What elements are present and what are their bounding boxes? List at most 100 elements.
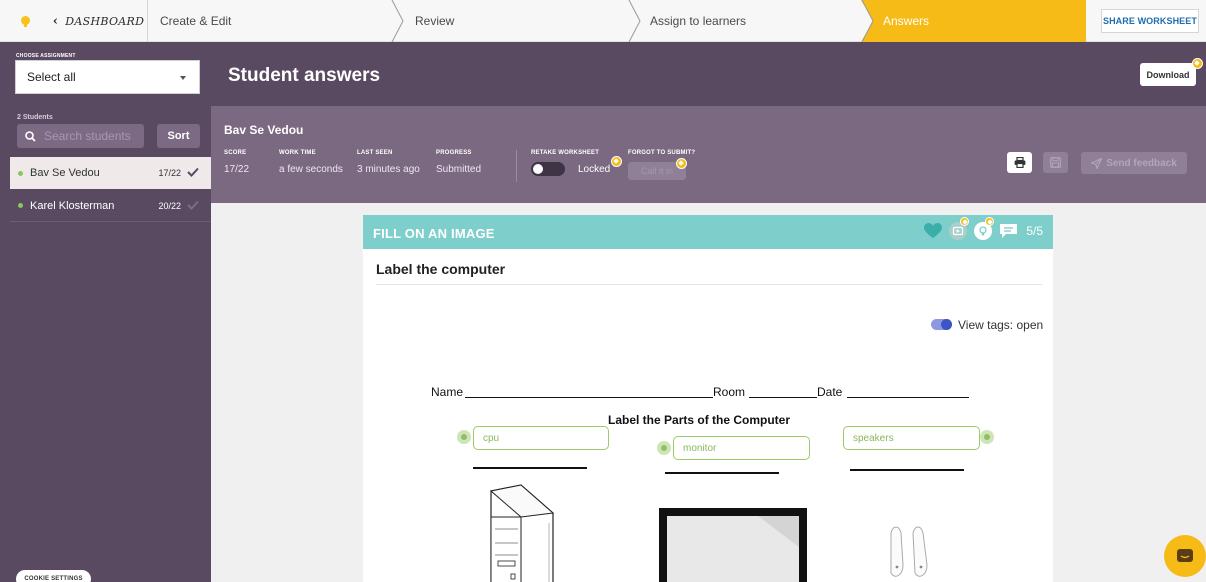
students-count: 2 Students bbox=[17, 114, 53, 121]
step-create-edit[interactable]: Create & Edit bbox=[148, 0, 391, 42]
stat-value: 17/22 bbox=[224, 164, 250, 175]
stat-value: 3 minutes ago bbox=[357, 164, 420, 175]
chevron-left-icon: ‹ bbox=[52, 13, 59, 29]
save-button[interactable] bbox=[1043, 152, 1068, 173]
page-title: Student answers bbox=[228, 65, 381, 86]
download-button[interactable]: Download bbox=[1140, 63, 1196, 86]
online-dot bbox=[18, 170, 23, 176]
tag-cpu[interactable]: cpu bbox=[473, 426, 609, 450]
question-tools: 5/5 bbox=[917, 217, 1043, 240]
divider bbox=[516, 150, 517, 182]
search-input[interactable] bbox=[44, 129, 140, 143]
chat-icon bbox=[1177, 549, 1193, 562]
step-assign-learners[interactable]: Assign to learners bbox=[628, 0, 861, 42]
tag-marker[interactable] bbox=[657, 441, 671, 455]
student-info: Bav Se Vedou SCORE 17/22 WORK TIME a few… bbox=[211, 106, 1206, 203]
view-tags-toggle[interactable] bbox=[931, 319, 952, 330]
choose-assignment-label: CHOOSE ASSIGNMENT bbox=[16, 53, 76, 59]
send-feedback-button[interactable]: Send feedback bbox=[1081, 152, 1187, 174]
step-label: Assign to learners bbox=[650, 14, 747, 28]
step-label: Create & Edit bbox=[160, 14, 232, 28]
printer-icon bbox=[1014, 157, 1025, 168]
monitor-illustration bbox=[659, 508, 807, 582]
stat-work-time: WORK TIME a few seconds bbox=[279, 150, 343, 175]
search-box[interactable] bbox=[17, 124, 144, 148]
tag-marker[interactable] bbox=[980, 430, 994, 444]
print-button[interactable] bbox=[1007, 152, 1032, 173]
student-row[interactable]: Bav Se Vedou 17/22 bbox=[10, 157, 211, 189]
worksheet-image: Name Room Date Label the Parts of the Co… bbox=[363, 375, 1053, 582]
divider bbox=[376, 284, 1042, 285]
student-score: 20/22 bbox=[158, 200, 181, 211]
search-icon bbox=[25, 130, 36, 142]
answer-blank bbox=[473, 467, 587, 469]
worksheet-room-label: Room bbox=[713, 385, 746, 399]
top-nav: ‹ DASHBOARD Create & Edit Review Assign … bbox=[0, 0, 1206, 42]
premium-star-icon bbox=[1192, 58, 1203, 69]
student-row[interactable]: Karel Klosterman 20/22 bbox=[10, 190, 211, 222]
stat-last-seen: LAST SEEN 3 minutes ago bbox=[357, 150, 420, 175]
stat-value: a few seconds bbox=[279, 164, 343, 175]
forgot-to-submit: FORGOT TO SUBMIT? bbox=[628, 150, 695, 156]
tag-monitor[interactable]: monitor bbox=[673, 436, 810, 460]
dashboard-link[interactable]: ‹ DASHBOARD bbox=[50, 0, 148, 42]
step-review[interactable]: Review bbox=[391, 0, 628, 42]
retake-label: RETAKE WORKSHEET bbox=[531, 150, 600, 156]
stat-score: SCORE 17/22 bbox=[224, 150, 249, 175]
assignment-select[interactable]: Select all bbox=[15, 60, 200, 94]
question-count: 5/5 bbox=[1026, 224, 1043, 238]
room-line bbox=[749, 397, 817, 398]
retake-toggle[interactable] bbox=[531, 162, 565, 176]
sort-button[interactable]: Sort bbox=[157, 124, 200, 148]
lightbulb-icon bbox=[20, 15, 30, 27]
dashboard-label: DASHBOARD bbox=[65, 14, 145, 28]
worksheet-name-label: Name bbox=[431, 385, 464, 399]
name-line bbox=[465, 397, 713, 398]
answer-blank bbox=[665, 472, 779, 474]
heart-icon[interactable] bbox=[924, 223, 943, 239]
cookie-settings-button[interactable]: COOKIE SETTINGS bbox=[16, 570, 91, 582]
assignment-select-value: Select all bbox=[27, 70, 76, 84]
cpu-tower-illustration bbox=[489, 484, 555, 582]
logo[interactable] bbox=[0, 0, 50, 42]
share-worksheet-button[interactable]: SHARE WORKSHEET bbox=[1101, 9, 1199, 33]
worksheet-heading: Label the Parts of the Computer bbox=[608, 413, 791, 427]
media-icon[interactable] bbox=[949, 217, 970, 240]
header: Student answers Download bbox=[211, 42, 1206, 106]
online-dot bbox=[18, 203, 23, 208]
step-label: Review bbox=[415, 14, 455, 28]
stat-label: WORK TIME bbox=[279, 150, 316, 156]
student-name: Bav Se Vedou bbox=[30, 167, 100, 179]
tag-marker[interactable] bbox=[457, 430, 471, 444]
question-card: FILL ON AN IMAGE 5/5 Label the computer … bbox=[363, 215, 1053, 582]
checkmark-icon bbox=[187, 167, 199, 177]
tag-speakers[interactable]: speakers bbox=[843, 426, 980, 450]
comment-icon[interactable] bbox=[999, 223, 1018, 239]
floppy-disk-icon bbox=[1050, 157, 1061, 168]
step-separator bbox=[861, 0, 874, 42]
sidebar: CHOOSE ASSIGNMENT Select all 2 Students … bbox=[0, 42, 211, 582]
stat-label: LAST SEEN bbox=[357, 150, 393, 156]
stat-value: Submitted bbox=[436, 164, 482, 175]
stat-progress: PROGRESS Submitted bbox=[436, 150, 481, 175]
stat-label: PROGRESS bbox=[436, 150, 472, 156]
hint-icon[interactable] bbox=[974, 217, 995, 240]
question-header: FILL ON AN IMAGE 5/5 bbox=[363, 215, 1053, 249]
step-answers[interactable]: Answers bbox=[861, 0, 1086, 42]
paper-plane-icon bbox=[1091, 157, 1103, 169]
checkmark-icon bbox=[187, 200, 199, 210]
caret-down-icon bbox=[180, 76, 186, 80]
student-score: 17/22 bbox=[158, 168, 181, 178]
stat-label: SCORE bbox=[224, 150, 247, 156]
date-line bbox=[847, 397, 969, 398]
retake-worksheet: RETAKE WORKSHEET bbox=[531, 150, 599, 156]
view-tags-label: View tags: open bbox=[958, 318, 1044, 332]
question-type: FILL ON AN IMAGE bbox=[373, 226, 495, 241]
student-name-heading: Bav Se Vedou bbox=[224, 123, 304, 137]
worksheet-date-label: Date bbox=[817, 385, 843, 399]
student-name: Karel Klosterman bbox=[30, 199, 115, 212]
chat-button[interactable] bbox=[1164, 535, 1206, 577]
premium-star-icon bbox=[611, 156, 622, 167]
forgot-label: FORGOT TO SUBMIT? bbox=[628, 150, 696, 156]
premium-star-icon bbox=[960, 217, 970, 226]
